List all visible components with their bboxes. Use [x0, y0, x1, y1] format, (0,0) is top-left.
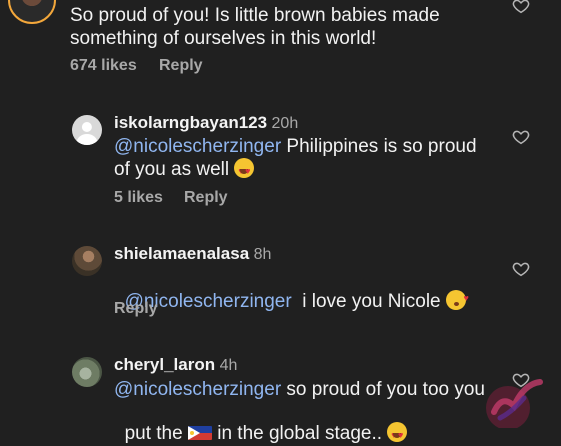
- username[interactable]: cheryl_laron: [114, 355, 215, 374]
- commenter-avatar[interactable]: [8, 0, 56, 24]
- heart-eyes-emoji: [234, 158, 255, 182]
- heart-outline-icon[interactable]: [512, 260, 530, 278]
- comment-text: So proud of you! Is little brown babies …: [70, 5, 440, 26]
- comment-header: shielamaenalasa 8h: [114, 244, 271, 264]
- comment-text-line-2: something of ourselves in this world!: [70, 28, 377, 49]
- face-blowing-a-kiss-emoji: [445, 287, 469, 310]
- comment-header: cheryl_laron 4h: [114, 355, 237, 375]
- timestamp: 4h: [219, 357, 238, 374]
- mention-link[interactable]: @nicolescherzinger: [114, 379, 281, 400]
- watermark-logo: [486, 379, 543, 428]
- commenter-avatar[interactable]: [72, 357, 102, 387]
- timestamp: 8h: [253, 246, 272, 263]
- heart-outline-icon[interactable]: [512, 0, 530, 15]
- likes-count[interactable]: 674 likes: [70, 57, 137, 75]
- mention-link[interactable]: @nicolescherzinger: [114, 136, 281, 157]
- comment-text: @nicolescherzinger so proud of you too y…: [114, 379, 486, 400]
- reply-button[interactable]: Reply: [159, 57, 203, 75]
- heart-eyes-emoji: [387, 422, 408, 446]
- comment-text: @nicolescherzinger i love you Nicole: [114, 268, 469, 313]
- philippines-flag-emoji: [187, 426, 212, 440]
- comment-header: iskolarngbayan123 20h: [114, 113, 298, 133]
- commenter-avatar[interactable]: [72, 246, 102, 276]
- likes-count[interactable]: 5 likes: [114, 189, 163, 207]
- reply-button[interactable]: Reply: [184, 189, 228, 207]
- heart-outline-icon[interactable]: [512, 128, 530, 146]
- timestamp: 20h: [271, 115, 299, 132]
- reply-button[interactable]: Reply: [114, 300, 158, 318]
- username[interactable]: shielamaenalasa: [114, 244, 249, 263]
- commenter-avatar[interactable]: [72, 115, 102, 145]
- username[interactable]: iskolarngbayan123: [114, 113, 267, 132]
- comment-text: @nicolescherzinger Philippines is so pro…: [114, 136, 477, 157]
- comment-text-line-2: of you as well: [114, 158, 255, 182]
- comment-text-line-2: put the in the global stage..: [114, 400, 408, 446]
